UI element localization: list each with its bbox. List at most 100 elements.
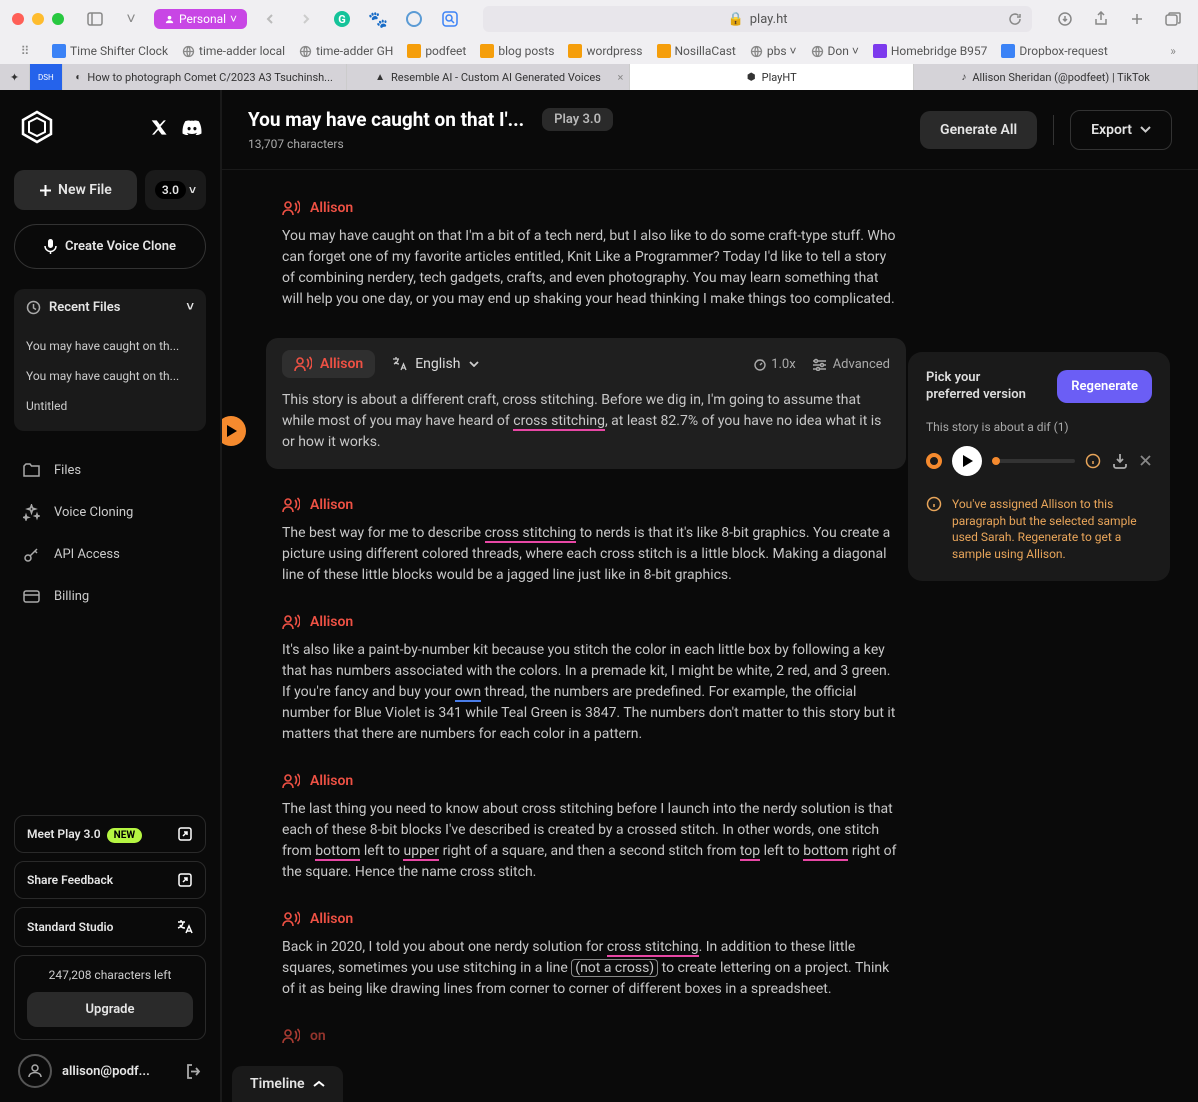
speaker-icon — [294, 356, 312, 372]
logout-icon[interactable] — [185, 1063, 202, 1080]
apps-grid-icon[interactable]: ⠿ — [12, 38, 38, 64]
recent-files-header[interactable]: Recent Files ˅ — [14, 289, 206, 325]
info-icon[interactable] — [1085, 453, 1101, 469]
browser-tab[interactable]: ♪Allison Sheridan (@podfeet) | TikTok — [914, 64, 1198, 90]
speaker-row[interactable]: Allison — [282, 614, 902, 630]
paragraph-text[interactable]: The last thing you need to know about cr… — [282, 799, 902, 883]
user-email-label: allison@podf... — [62, 1064, 175, 1079]
tabs-overview-icon[interactable] — [1160, 6, 1186, 32]
play-button[interactable] — [952, 446, 982, 476]
paragraph-block[interactable]: Allison It's also like a paint-by-number … — [282, 614, 902, 745]
paragraph-text[interactable]: You may have caught on that I'm a bit of… — [282, 226, 902, 310]
timeline-toggle[interactable]: Timeline — [232, 1066, 343, 1102]
speaker-row[interactable]: Allison — [282, 200, 902, 216]
version-radio[interactable] — [926, 453, 942, 469]
x-twitter-icon[interactable] — [151, 119, 168, 136]
profile-badge[interactable]: Personal ˅ — [154, 9, 247, 29]
upgrade-button[interactable]: Upgrade — [27, 992, 193, 1027]
maximize-window-button[interactable] — [52, 13, 64, 25]
url-bar[interactable]: 🔒 play.ht — [483, 6, 1032, 32]
extension-circle-icon[interactable] — [401, 6, 427, 32]
back-button[interactable] — [257, 6, 283, 32]
share-feedback-card[interactable]: Share Feedback — [14, 861, 206, 899]
play-paragraph-button[interactable] — [222, 416, 246, 446]
new-tab-icon[interactable] — [1124, 6, 1150, 32]
bookmark-item[interactable]: time-adder local — [182, 44, 285, 58]
main-content: You may have caught on that I'... Play 3… — [222, 90, 1198, 1102]
language-selector[interactable]: English — [391, 356, 478, 372]
bookmark-item[interactable]: blog posts — [480, 44, 554, 58]
paragraph-block[interactable]: on — [282, 1028, 902, 1044]
sparkles-icon — [22, 503, 40, 521]
paragraph-block[interactable]: Allison Back in 2020, I told you about on… — [282, 911, 902, 1000]
download-icon[interactable] — [1111, 452, 1129, 470]
sidebar-nav-api-access[interactable]: API Access — [14, 533, 206, 575]
recent-file-item[interactable]: You may have caught on th... — [14, 331, 206, 361]
bookmark-item[interactable]: wordpress — [568, 44, 642, 58]
document-title[interactable]: You may have caught on that I'... — [248, 108, 524, 131]
app-logo[interactable] — [18, 108, 56, 146]
bookmark-item[interactable]: NosillaCast — [657, 44, 736, 58]
paragraph-text[interactable]: Back in 2020, I told you about one nerdy… — [282, 937, 902, 1000]
key-icon — [22, 545, 40, 563]
paragraph-block[interactable]: Allison You may have caught on that I'm a… — [282, 200, 902, 310]
paragraph-text[interactable]: This story is about a different craft, c… — [282, 390, 890, 453]
close-window-button[interactable] — [12, 13, 24, 25]
create-voice-clone-button[interactable]: Create Voice Clone — [14, 224, 206, 269]
user-account-row[interactable]: allison@podf... — [14, 1050, 206, 1092]
recent-files-list: You may have caught on th...You may have… — [14, 325, 206, 431]
chevron-down-icon — [1140, 126, 1151, 133]
share-icon[interactable] — [1088, 6, 1114, 32]
bookmark-item[interactable]: podfeet — [407, 44, 466, 58]
new-file-button[interactable]: New File — [14, 170, 137, 210]
generate-all-button[interactable]: Generate All — [920, 111, 1037, 149]
meet-play-card[interactable]: Meet Play 3.0NEW — [14, 815, 206, 853]
studio-card[interactable]: Standard Studio — [14, 907, 206, 947]
browser-small-tab[interactable]: DSH — [30, 64, 63, 90]
sidebar-nav-files[interactable]: Files — [14, 449, 206, 491]
chevron-down-icon[interactable]: ˅ — [118, 6, 144, 32]
version-selector[interactable]: 3.0 ˅ — [145, 170, 206, 210]
sidebar-toggle-icon[interactable] — [82, 6, 108, 32]
export-button[interactable]: Export — [1070, 110, 1172, 150]
regenerate-button[interactable]: Regenerate — [1057, 370, 1152, 403]
sidebar-nav-billing[interactable]: Billing — [14, 575, 206, 617]
regenerate-panel: Pick your preferred version Regenerate T… — [908, 352, 1170, 581]
paragraph-block[interactable]: Allison English 1.0x Advanced This story… — [266, 338, 906, 469]
bookmark-item[interactable]: Don ˅ — [811, 44, 859, 58]
minimize-window-button[interactable] — [32, 13, 44, 25]
paragraph-block[interactable]: Allison The best way for me to describe c… — [282, 497, 902, 586]
close-icon[interactable] — [1139, 454, 1152, 467]
extension-search-icon[interactable] — [437, 6, 463, 32]
bookmark-item[interactable]: Time Shifter Clock — [52, 44, 168, 58]
browser-tab[interactable]: ◐How to photograph Comet C/2023 A3 Tsuch… — [63, 64, 347, 90]
browser-tab[interactable]: ⬢PlayHT — [630, 64, 914, 90]
paragraph-block[interactable]: Allison The last thing you need to know a… — [282, 773, 902, 883]
paragraph-text[interactable]: The best way for me to describe cross st… — [282, 523, 902, 586]
bookmark-item[interactable]: pbs ˅ — [750, 44, 797, 58]
browser-tab[interactable]: ▲Resemble AI - Custom AI Generated Voice… — [347, 64, 631, 90]
paragraph-text[interactable]: It's also like a paint-by-number kit bec… — [282, 640, 902, 745]
download-icon[interactable] — [1052, 6, 1078, 32]
extension-grammarly-icon[interactable]: G — [329, 6, 355, 32]
sidebar-nav-voice-cloning[interactable]: Voice Cloning — [14, 491, 206, 533]
reload-icon[interactable] — [1008, 12, 1022, 26]
bookmarks-overflow-icon[interactable]: » — [1160, 38, 1186, 64]
timeline-label: Timeline — [250, 1076, 305, 1092]
extension-paw-icon[interactable]: 🐾 — [365, 6, 391, 32]
recent-file-item[interactable]: Untitled — [14, 391, 206, 421]
bookmark-item[interactable]: Homebridge B957 — [873, 44, 988, 58]
speaker-row[interactable]: Allison — [282, 911, 902, 927]
advanced-settings[interactable]: Advanced — [812, 357, 890, 372]
recent-file-item[interactable]: You may have caught on th... — [14, 361, 206, 391]
speaker-row[interactable]: Allison — [282, 497, 902, 513]
speaker-row[interactable]: Allison — [282, 773, 902, 789]
speaker-selector[interactable]: Allison — [282, 350, 375, 378]
browser-small-tab[interactable]: ✦ — [0, 64, 30, 90]
playback-speed[interactable]: 1.0x — [753, 357, 796, 372]
bookmark-item[interactable]: time-adder GH — [299, 44, 393, 58]
bookmark-item[interactable]: Dropbox-request — [1001, 44, 1107, 58]
audio-track[interactable] — [992, 459, 1075, 463]
discord-icon[interactable] — [182, 119, 202, 136]
forward-button[interactable] — [293, 6, 319, 32]
